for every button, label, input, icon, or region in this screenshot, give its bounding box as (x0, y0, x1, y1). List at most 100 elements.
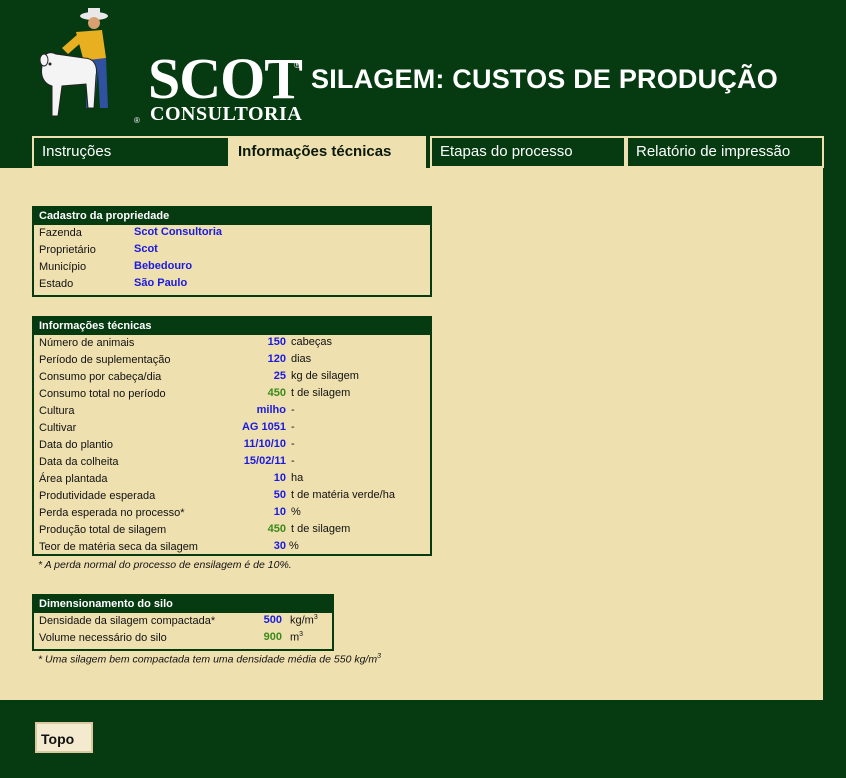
info-label: Produção total de silagem (39, 524, 167, 536)
info-label: Cultivar (39, 422, 77, 434)
tab-etapas-do-processo[interactable]: Etapas do processo (430, 136, 626, 168)
tab-informacoes-tecnicas[interactable]: Informações técnicas (228, 136, 426, 168)
info-value: milho (256, 404, 286, 416)
info-value: 450 (267, 387, 286, 399)
silo-unit-sup: 3 (299, 631, 304, 638)
cadastro-value: Scot (134, 243, 158, 255)
info-row: Cultivar AG 1051- (34, 420, 430, 437)
info-value: 15/02/11 (243, 455, 286, 467)
info-label: Cultura (39, 405, 75, 417)
info-unit: t de silagem (291, 523, 351, 535)
info-row: Produtividade esperada 50 t de matéria ver… (34, 488, 430, 505)
densidade-footnote-text: * Uma silagem bem compactada tem uma den… (38, 653, 378, 666)
cadastro-title: Cadastro da propriedade (34, 208, 430, 225)
info-value: 30 (273, 540, 286, 552)
info-row: Número de animais 150 cabeças (34, 335, 430, 352)
cadastro-panel: Cadastro da propriedade Fazenda Scot Con… (32, 206, 432, 297)
perda-footnote: * A perda normal do processo de ensilage… (38, 559, 292, 571)
silo-title: Dimensionamento do silo (34, 596, 332, 613)
info-row: Perda esperada no processo* 10% (34, 505, 430, 522)
cadastro-value: Bebedouro (134, 260, 193, 272)
info-value: AG 1051 (241, 421, 286, 433)
densidade-footnote-sup: 3 (377, 653, 381, 660)
info-unit: - (291, 455, 295, 467)
silo-row: Densidade da silagem compactada* 500 kg/… (34, 613, 332, 630)
info-label: Número de animais (39, 337, 135, 349)
cadastro-row: Município Bebedouro (34, 259, 430, 276)
cadastro-label: Proprietário (39, 244, 96, 256)
info-unit: ha (291, 472, 304, 484)
cowboy-calf-logo-icon (39, 8, 108, 117)
info-value: 50 (273, 489, 286, 501)
info-value: 10 (273, 472, 286, 484)
cadastro-row: Proprietário Scot (34, 242, 430, 259)
cadastro-value: São Paulo (134, 277, 188, 289)
cadastro-label: Município (39, 261, 87, 273)
info-label: Período de suplementação (39, 354, 171, 366)
logo-registered-mark: ® (294, 60, 301, 70)
info-row: Consumo total no período 450 t de silagem (34, 386, 430, 403)
silo-label: Volume necessário do silo (39, 632, 167, 644)
densidade-footnote: * Uma silagem bem compactada tem uma den… (38, 653, 381, 666)
tab-instrucoes[interactable]: Instruções (32, 136, 230, 168)
cadastro-row: Estado São Paulo (34, 276, 430, 293)
silo-value: 900 (263, 631, 282, 643)
info-label: Data da colheita (39, 456, 119, 468)
page-title: SILAGEM: CUSTOS DE PRODUÇÃO (311, 64, 778, 94)
info-label: Consumo por cabeça/dia (39, 371, 162, 383)
main-content: Cadastro da propriedade Fazenda Scot Con… (0, 168, 823, 700)
info-unit: dias (291, 353, 312, 365)
scot-logo[interactable]: SCOT ® ® CONSULTORIA (36, 8, 303, 126)
info-label: Teor de matéria seca da silagem (39, 541, 198, 553)
info-value: 11/10/10 (243, 438, 286, 450)
info-unit: kg de silagem (291, 370, 359, 382)
info-tecnicas-title: Informações técnicas (34, 318, 430, 335)
silo-panel: Dimensionamento do silo Densidade da sil… (32, 594, 334, 651)
cadastro-value: Scot Consultoria (134, 226, 223, 238)
header: SCOT ® ® CONSULTORIA SILAGEM: CUSTOS DE … (0, 0, 846, 136)
info-row: Data da colheita 15/02/11- (34, 454, 430, 471)
info-unit: t de silagem (291, 387, 351, 399)
info-unit: - (291, 438, 295, 450)
silo-unit-sup: 3 (313, 614, 318, 621)
silo-label: Densidade da silagem compactada* (39, 615, 216, 627)
top-button[interactable]: Topo (35, 722, 93, 753)
info-unit: t de matéria verde/ha (291, 489, 395, 501)
info-label: Consumo total no período (39, 388, 166, 400)
info-unit: cabeças (291, 336, 332, 348)
info-unit: % (289, 540, 299, 552)
silo-value: 500 (263, 614, 282, 626)
info-value: 25 (273, 370, 286, 382)
silo-unit: m3 (290, 631, 303, 644)
logo-subtitle: CONSULTORIA (150, 103, 303, 125)
info-row: Data do plantio 11/10/10- (34, 437, 430, 454)
info-label: Data do plantio (39, 439, 113, 451)
cadastro-label: Fazenda (39, 227, 82, 239)
tab-relatorio-de-impressao[interactable]: Relatório de impressão (626, 136, 824, 168)
info-row: Produção total de silagem 450 t de silagem (34, 522, 430, 539)
info-label: Produtividade esperada (39, 490, 156, 502)
cadastro-row: Fazenda Scot Consultoria (34, 225, 430, 242)
info-row: Cultura milho - (34, 403, 430, 420)
silo-unit: kg/m3 (290, 614, 318, 627)
info-row: Período de suplementação 120 dias (34, 352, 430, 369)
silo-unit-text: kg/m (290, 614, 314, 627)
cadastro-label: Estado (39, 278, 74, 290)
info-value: 10 (273, 506, 286, 518)
info-unit: - (291, 421, 295, 433)
info-value: 120 (267, 353, 286, 365)
info-label: Perda esperada no processo* (39, 507, 185, 519)
info-row: Consumo por cabeça/dia 25 kg de silagem (34, 369, 430, 386)
info-row: Área plantada 10 ha (34, 471, 430, 488)
logo-registered-mark-2: ® (134, 116, 140, 125)
silo-unit-text: m (290, 631, 300, 644)
info-unit: % (291, 506, 301, 518)
tab-bar: Instruções Informações técnicas Etapas d… (32, 136, 824, 168)
logo-wordmark: SCOT (148, 46, 303, 111)
info-value: 150 (267, 336, 286, 348)
info-unit: - (291, 404, 295, 416)
info-tecnicas-panel: Informações técnicas Número de animais 15… (32, 316, 432, 556)
info-value: 450 (267, 523, 286, 535)
info-row: Teor de matéria seca da silagem 30% (34, 539, 430, 556)
info-label: Área plantada (39, 473, 108, 485)
